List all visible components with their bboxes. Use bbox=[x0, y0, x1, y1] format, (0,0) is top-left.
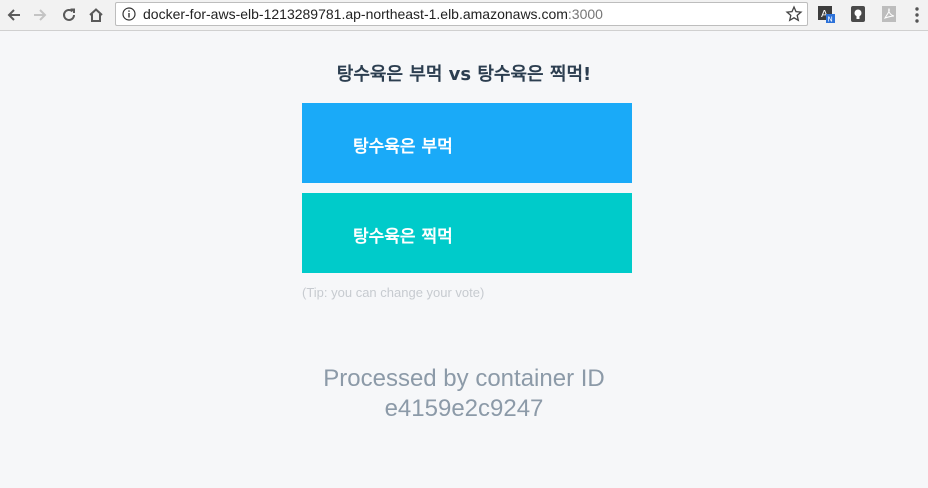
keep-extension-icon[interactable] bbox=[849, 5, 867, 23]
vote-option-b-label: 탕수육은 찍먹 bbox=[353, 227, 453, 247]
url-host: docker-for-aws-elb-1213289781.ap-northea… bbox=[143, 6, 568, 22]
back-arrow-icon bbox=[7, 9, 20, 21]
star-icon[interactable] bbox=[785, 5, 803, 23]
forward-arrow-icon bbox=[34, 9, 47, 21]
container-id: e4159e2c9247 bbox=[384, 395, 544, 422]
processed-by: Processed by container ID e4159e2c9247 bbox=[0, 364, 928, 424]
svg-text:N: N bbox=[828, 16, 833, 24]
vote-option-a-label: 탕수육은 부먹 bbox=[353, 137, 453, 157]
url-text: docker-for-aws-elb-1213289781.ap-northea… bbox=[143, 6, 603, 22]
page-title: 탕수육은 부먹 vs 탕수육은 찍먹! bbox=[336, 64, 592, 85]
browser-toolbar: docker-for-aws-elb-1213289781.ap-northea… bbox=[0, 0, 928, 31]
home-icon bbox=[89, 8, 103, 22]
menu-dots-icon[interactable] bbox=[914, 6, 920, 24]
info-icon[interactable] bbox=[122, 7, 136, 21]
home-button[interactable] bbox=[84, 3, 108, 27]
forward-button[interactable] bbox=[28, 3, 52, 27]
vote-option-b-button[interactable]: 탕수육은 찍먹 bbox=[302, 193, 632, 273]
processed-label: Processed by container ID bbox=[323, 365, 605, 392]
reload-button[interactable] bbox=[57, 3, 81, 27]
address-bar[interactable]: docker-for-aws-elb-1213289781.ap-northea… bbox=[115, 2, 808, 26]
page-content: 탕수육은 부먹 vs 탕수육은 찍먹! 탕수육은 부먹 탕수육은 찍먹 (Tip… bbox=[0, 31, 928, 488]
vote-option-a-button[interactable]: 탕수육은 부먹 bbox=[302, 103, 632, 183]
pdf-extension-icon[interactable] bbox=[880, 5, 898, 23]
reload-icon bbox=[63, 8, 75, 21]
tip-text: (Tip: you can change your vote) bbox=[302, 285, 485, 300]
back-button[interactable] bbox=[2, 3, 26, 27]
url-port: :3000 bbox=[567, 6, 603, 22]
dictionary-extension-icon[interactable]: A N bbox=[817, 5, 835, 24]
